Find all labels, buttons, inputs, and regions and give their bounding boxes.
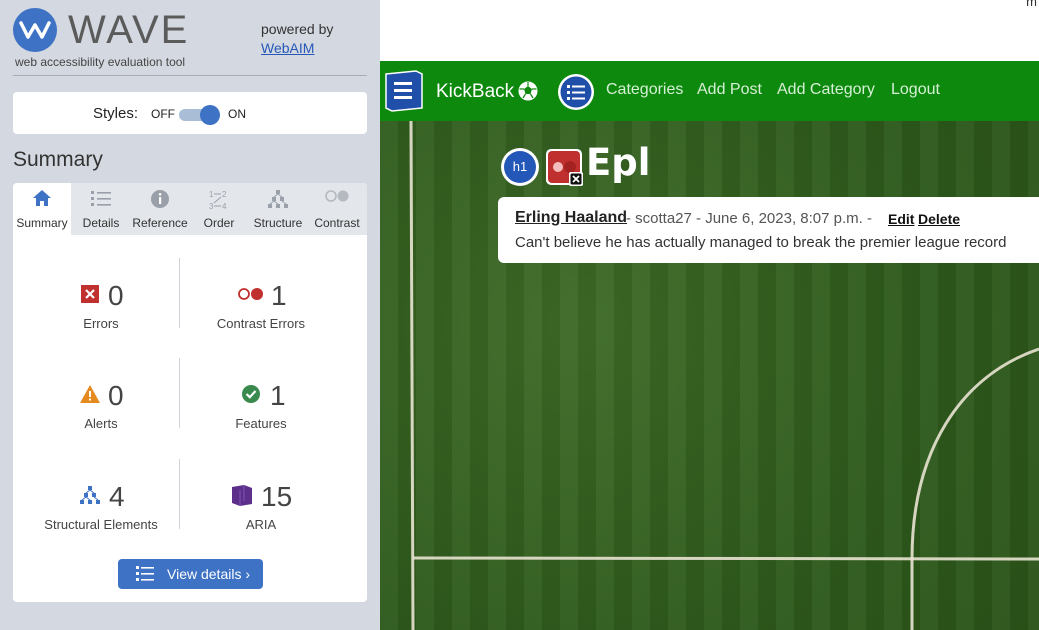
tab-structure[interactable]: Structure xyxy=(249,183,307,235)
styles-toggle-knob[interactable] xyxy=(200,105,220,125)
nav-add-category[interactable]: Add Category xyxy=(777,81,875,99)
powered-by-text: powered by xyxy=(261,21,334,37)
corner-text: m xyxy=(1026,0,1037,9)
page-content: m KickBack Categories Add Post Add Categ… xyxy=(380,0,1039,630)
styles-label: Styles: xyxy=(93,105,139,122)
tab-reference-label: Reference xyxy=(132,216,188,230)
svg-text:1: 1 xyxy=(209,190,214,199)
stat-errors[interactable]: 0 Errors xyxy=(33,280,169,336)
post-meta: - scotta27 - June 6, 2023, 8:07 p.m. - xyxy=(626,210,872,227)
feature-icon xyxy=(242,385,260,403)
list-icon xyxy=(72,189,130,209)
aria-count: 15 xyxy=(261,481,293,512)
view-details-button[interactable]: View details › xyxy=(118,559,263,589)
list-structure-icon[interactable] xyxy=(557,73,595,111)
wave-sidebar: WAVE web accessibility evaluation tool p… xyxy=(0,0,380,630)
contrast-errors-count: 1 xyxy=(271,280,287,311)
home-icon xyxy=(13,189,71,209)
tab-bar: Summary Details Reference 1234 Order Str… xyxy=(13,183,367,235)
contrast-error-badge-icon[interactable] xyxy=(545,148,585,188)
tab-order-label: Order xyxy=(203,216,235,230)
error-icon xyxy=(81,285,99,303)
structural-label: Structural Elements xyxy=(44,517,158,532)
webaim-link[interactable]: WebAIM xyxy=(261,40,314,56)
stats-divider xyxy=(179,358,180,428)
contrast-error-icon xyxy=(238,288,263,300)
alerts-label: Alerts xyxy=(84,416,118,431)
post-title-link[interactable]: Erling Haaland xyxy=(515,209,627,227)
tab-contrast-label: Contrast xyxy=(314,216,360,230)
stat-alerts[interactable]: 0 Alerts xyxy=(33,380,169,436)
errors-count: 0 xyxy=(108,280,124,311)
aria-label: ARIA xyxy=(245,517,277,532)
alert-icon xyxy=(80,385,100,403)
stats-divider xyxy=(179,459,180,529)
wave-logo-icon xyxy=(13,8,57,52)
nav-categories[interactable]: Categories xyxy=(606,81,683,99)
contrast-icon xyxy=(308,189,366,209)
svg-text:4: 4 xyxy=(222,202,227,211)
svg-text:3: 3 xyxy=(209,202,214,211)
aria-landmark-icon[interactable] xyxy=(384,70,424,112)
aria-icon xyxy=(232,485,252,506)
soccer-ball-icon xyxy=(518,81,538,101)
post-body: Can't believe he has actually managed to… xyxy=(515,234,1007,251)
stat-contrast-errors[interactable]: 1 Contrast Errors xyxy=(193,280,329,336)
stat-features[interactable]: 1 Features xyxy=(193,380,329,436)
alerts-count: 0 xyxy=(108,380,124,411)
structure-icon xyxy=(249,189,307,209)
post-delete-link[interactable]: Delete xyxy=(918,211,960,227)
stats-divider xyxy=(179,258,180,328)
stat-aria[interactable]: 15 ARIA xyxy=(193,481,329,537)
structural-count: 4 xyxy=(109,481,125,512)
info-icon xyxy=(131,189,189,209)
order-icon: 1234 xyxy=(190,189,248,211)
features-label: Features xyxy=(235,416,287,431)
tab-order[interactable]: 1234 Order xyxy=(190,183,248,235)
h1-heading-icon[interactable]: h1 xyxy=(501,148,539,186)
tab-details[interactable]: Details xyxy=(72,183,130,235)
page-heading: Epl xyxy=(586,141,651,184)
wave-tagline: web accessibility evaluation tool xyxy=(15,55,186,69)
wave-logo-text: WAVE xyxy=(68,8,190,52)
errors-label: Errors xyxy=(83,316,119,331)
tab-reference[interactable]: Reference xyxy=(131,183,189,235)
header-divider xyxy=(13,75,367,76)
summary-heading: Summary xyxy=(13,148,103,171)
nav-logout[interactable]: Logout xyxy=(891,81,940,99)
styles-on-label: ON xyxy=(228,107,246,121)
stat-structural-elements[interactable]: 4 Structural Elements xyxy=(33,481,169,537)
post-edit-link[interactable]: Edit xyxy=(888,211,914,227)
tab-details-label: Details xyxy=(82,216,120,230)
styles-toggle-box: Styles: OFF ON xyxy=(13,92,367,134)
navbar: KickBack Categories Add Post Add Categor… xyxy=(380,61,1039,121)
tab-summary-label: Summary xyxy=(16,216,68,230)
contrast-errors-label: Contrast Errors xyxy=(216,316,306,331)
tab-structure-label: Structure xyxy=(253,216,303,230)
nav-add-post[interactable]: Add Post xyxy=(697,81,762,99)
view-details-label: View details › xyxy=(167,566,251,582)
svg-text:2: 2 xyxy=(222,190,227,199)
styles-off-label: OFF xyxy=(151,107,175,121)
structure-icon xyxy=(80,486,100,504)
brand-link[interactable]: KickBack xyxy=(436,81,514,103)
tab-contrast[interactable]: Contrast xyxy=(308,183,366,235)
post-card: Erling Haaland - scotta27 - June 6, 2023… xyxy=(498,197,1039,263)
tab-summary[interactable]: Summary xyxy=(13,183,71,235)
list-icon xyxy=(136,566,154,581)
summary-panel: Summary Details Reference 1234 Order Str… xyxy=(13,183,367,602)
features-count: 1 xyxy=(270,380,286,411)
